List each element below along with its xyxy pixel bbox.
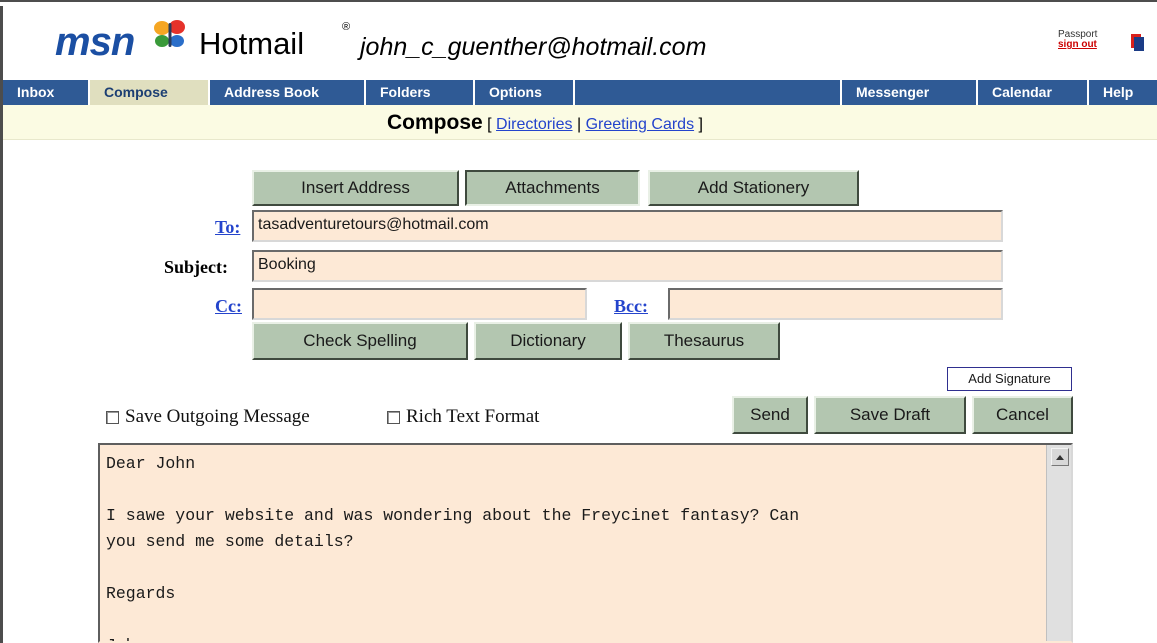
- link-separator: |: [576, 116, 582, 133]
- bcc-field[interactable]: [668, 288, 1003, 320]
- nav-bar: Inbox Compose Address Book Folders Optio…: [3, 80, 1157, 105]
- top-border: [0, 0, 1157, 6]
- message-scrollbar[interactable]: [1046, 445, 1071, 641]
- rich-text-label: Rich Text Format: [406, 406, 540, 427]
- cancel-button[interactable]: Cancel: [972, 396, 1073, 434]
- to-label-link[interactable]: To:: [215, 217, 240, 238]
- scroll-up-arrow-icon[interactable]: [1051, 448, 1069, 466]
- directories-link[interactable]: Directories: [496, 116, 572, 133]
- tab-calendar[interactable]: Calendar: [978, 80, 1089, 105]
- tab-help[interactable]: Help: [1089, 80, 1157, 105]
- add-stationery-button[interactable]: Add Stationery: [648, 170, 859, 206]
- message-body-text[interactable]: Dear John I sawe your website and was wo…: [106, 451, 1036, 641]
- user-email: john_c_guenther@hotmail.com: [360, 33, 707, 61]
- send-button[interactable]: Send: [732, 396, 808, 434]
- tab-options[interactable]: Options: [475, 80, 575, 105]
- registered-mark: ®: [342, 21, 351, 33]
- tab-messenger[interactable]: Messenger: [842, 80, 978, 105]
- check-spelling-button[interactable]: Check Spelling: [252, 322, 468, 360]
- to-field[interactable]: tasadventuretours@hotmail.com: [252, 210, 1003, 242]
- cc-label-link[interactable]: Cc:: [215, 296, 242, 317]
- bracket-close: ]: [698, 116, 703, 133]
- hotmail-logo-text: Hotmail: [199, 26, 305, 61]
- save-outgoing-option[interactable]: Save Outgoing Message: [106, 406, 310, 428]
- subject-field[interactable]: Booking: [252, 250, 1003, 282]
- save-outgoing-label: Save Outgoing Message: [125, 406, 310, 427]
- signout-link[interactable]: sign out: [1058, 40, 1097, 50]
- rich-text-checkbox[interactable]: [387, 410, 400, 424]
- thesaurus-button[interactable]: Thesaurus: [628, 322, 780, 360]
- save-draft-button[interactable]: Save Draft: [814, 396, 966, 434]
- tab-inbox[interactable]: Inbox: [3, 80, 90, 105]
- cc-field[interactable]: [252, 288, 587, 320]
- greeting-cards-link[interactable]: Greeting Cards: [586, 116, 695, 133]
- bcc-label-link[interactable]: Bcc:: [614, 296, 648, 317]
- attachments-button[interactable]: Attachments: [465, 170, 640, 206]
- msn-logo-text: msn: [55, 20, 135, 64]
- page-title: Compose: [387, 111, 483, 134]
- insert-address-button[interactable]: Insert Address: [252, 170, 459, 206]
- rich-text-option[interactable]: Rich Text Format: [387, 406, 539, 428]
- bracket-open: [: [487, 116, 492, 133]
- tab-folders[interactable]: Folders: [366, 80, 475, 105]
- subject-label: Subject:: [164, 257, 228, 277]
- save-outgoing-checkbox[interactable]: [106, 410, 119, 424]
- msn-butterfly-icon: [154, 20, 185, 47]
- add-signature-button[interactable]: Add Signature: [947, 367, 1072, 391]
- passport-signout[interactable]: Passport sign out: [1058, 30, 1097, 50]
- tab-compose[interactable]: Compose: [90, 80, 210, 105]
- dictionary-button[interactable]: Dictionary: [474, 322, 622, 360]
- nav-spacer: [575, 80, 842, 105]
- passport-icon: [1131, 34, 1144, 51]
- tab-address-book[interactable]: Address Book: [210, 80, 366, 105]
- message-body-textarea[interactable]: Dear John I sawe your website and was wo…: [98, 443, 1073, 643]
- header: msn Hotmail ® john_c_guenther@hotmail.co…: [0, 8, 1157, 78]
- compose-subbar: Compose [ Directories | Greeting Cards ]: [3, 105, 1157, 140]
